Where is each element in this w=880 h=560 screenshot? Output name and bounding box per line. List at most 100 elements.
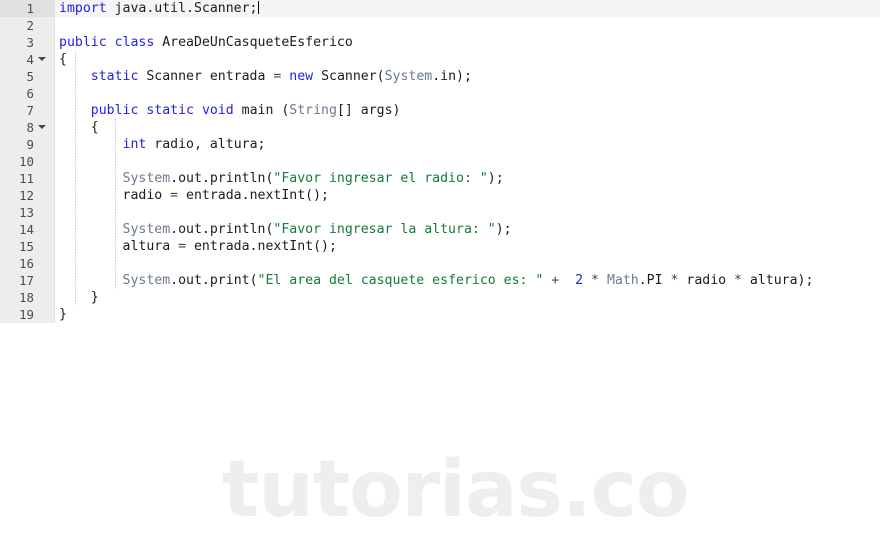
code-text[interactable]: radio = entrada.nextInt(); [55, 187, 880, 204]
line-number: 14 [19, 222, 34, 237]
token-kw: static [146, 103, 194, 118]
token-kw: new [289, 69, 314, 84]
code-line[interactable]: 2 [0, 17, 880, 34]
line-number: 19 [19, 307, 34, 322]
token-pln: radio [59, 188, 171, 203]
code-text[interactable]: int radio, altura; [55, 136, 880, 153]
token-pln: ); [487, 171, 504, 186]
line-number: 4 [26, 52, 34, 67]
code-text[interactable] [55, 85, 880, 102]
line-number: 16 [19, 256, 34, 271]
token-pln: } [59, 290, 99, 305]
code-text[interactable]: import java.util.Scanner; [55, 0, 880, 17]
token-kw: static [90, 69, 139, 84]
token-pln [59, 103, 91, 118]
token-kw: public [59, 35, 107, 50]
line-number-cell: 5 [0, 68, 55, 85]
token-pln: ); [495, 222, 512, 237]
token-pln: } [59, 307, 67, 322]
code-line[interactable]: 13 [0, 204, 880, 221]
code-text[interactable]: System.out.println("Favor ingresar la al… [55, 221, 880, 238]
code-text[interactable] [55, 204, 880, 221]
token-kw: int [122, 137, 147, 152]
token-op: * [591, 273, 599, 288]
code-line[interactable]: 19} [0, 306, 880, 323]
line-number: 1 [26, 1, 34, 16]
line-number-cell: 2 [0, 17, 55, 34]
token-typ: Math [606, 273, 639, 288]
code-text[interactable]: static Scanner entrada = new Scanner(Sys… [55, 68, 880, 85]
token-str: "El area del casquete esferico es: " [257, 273, 544, 288]
line-number: 10 [19, 154, 34, 169]
code-text[interactable]: public class AreaDeUnCasqueteEsferico [55, 34, 880, 51]
token-kw: class [114, 35, 155, 50]
code-text[interactable]: System.out.println("Favor ingresar el ra… [55, 170, 880, 187]
line-number: 3 [26, 35, 34, 50]
line-number-cell: 14 [0, 221, 55, 238]
code-lines[interactable]: 1 import java.util.Scanner; 2 3 public class… [0, 0, 880, 323]
code-line[interactable]: 1 import java.util.Scanner; [0, 0, 880, 17]
token-pln: radio [678, 273, 735, 288]
line-number-cell: 7 [0, 102, 55, 119]
code-line[interactable]: 9 int radio, altura; [0, 136, 880, 153]
token-op: = [170, 188, 179, 203]
line-number-cell: 1 [0, 0, 55, 17]
code-text[interactable] [55, 153, 880, 170]
code-line[interactable]: 12 radio = entrada.nextInt(); [0, 187, 880, 204]
line-number-cell: 13 [0, 204, 55, 221]
line-number: 17 [19, 273, 34, 288]
token-pln [194, 103, 202, 118]
token-pln [583, 273, 591, 288]
code-line[interactable]: 14 System.out.println("Favor ingresar la… [0, 221, 880, 238]
line-number-cell: 18 [0, 289, 55, 306]
token-pln: .out.println( [170, 171, 274, 186]
token-str: "Favor ingresar el radio: " [273, 171, 488, 186]
code-text[interactable]: public static void main (String[] args) [55, 102, 880, 119]
code-line[interactable]: 11 System.out.println("Favor ingresar el… [0, 170, 880, 187]
token-pln: .out.print( [170, 273, 258, 288]
line-number-cell: 4 [0, 51, 55, 68]
code-text[interactable]: } [55, 306, 880, 323]
fold-toggle-icon[interactable] [38, 125, 46, 129]
token-pln: radio, altura; [146, 137, 266, 152]
line-number-cell: 9 [0, 136, 55, 153]
token-kw: void [201, 103, 234, 118]
token-typ: String [289, 103, 337, 118]
token-pln: .out.println( [170, 222, 274, 237]
code-text[interactable]: { [55, 51, 880, 68]
code-text[interactable] [55, 17, 880, 34]
code-text[interactable]: } [55, 289, 880, 306]
token-str: "Favor ingresar la altura: " [273, 222, 496, 237]
code-text[interactable]: altura = entrada.nextInt(); [55, 238, 880, 255]
token-pln [59, 171, 123, 186]
line-number-cell: 15 [0, 238, 55, 255]
code-editor[interactable]: 1 import java.util.Scanner; 2 3 public class… [0, 0, 880, 560]
code-line[interactable]: 7 public static void main (String[] args… [0, 102, 880, 119]
line-number: 8 [26, 120, 34, 135]
fold-toggle-icon[interactable] [38, 57, 46, 61]
token-kw: public [90, 103, 139, 118]
code-line[interactable]: 17 System.out.print("El area del casquet… [0, 272, 880, 289]
token-kw: import [59, 1, 107, 16]
code-line[interactable]: 18 } [0, 289, 880, 306]
token-typ: System [122, 273, 171, 288]
line-number: 9 [26, 137, 34, 152]
line-number: 5 [26, 69, 34, 84]
code-line[interactable]: 8 { [0, 119, 880, 136]
code-line[interactable]: 16 [0, 255, 880, 272]
code-line[interactable]: 15 altura = entrada.nextInt(); [0, 238, 880, 255]
token-pln [59, 137, 123, 152]
code-line[interactable]: 6 [0, 85, 880, 102]
line-number: 2 [26, 18, 34, 33]
code-text[interactable]: { [55, 119, 880, 136]
token-op: * [734, 273, 742, 288]
code-text[interactable]: System.out.print("El area del casquete e… [55, 272, 880, 289]
code-line[interactable]: 5 static Scanner entrada = new Scanner(S… [0, 68, 880, 85]
line-number: 13 [19, 205, 34, 220]
code-line[interactable]: 3 public class AreaDeUnCasqueteEsferico [0, 34, 880, 51]
code-line[interactable]: 10 [0, 153, 880, 170]
code-text[interactable] [55, 255, 880, 272]
line-number-cell: 19 [0, 306, 55, 323]
token-op: = [178, 239, 187, 254]
code-line[interactable]: 4{ [0, 51, 880, 68]
